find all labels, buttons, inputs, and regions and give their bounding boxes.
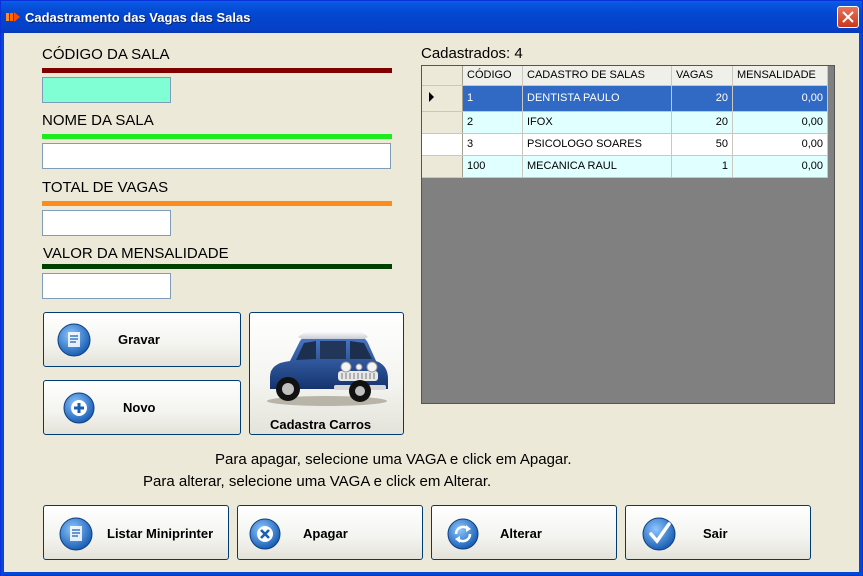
- table-row[interactable]: 3 PSICOLOGO SOARES 50 0,00: [422, 133, 828, 156]
- car-icon: [267, 331, 388, 406]
- vagas-divider: [42, 201, 392, 206]
- gravar-label: Gravar: [118, 332, 160, 347]
- cell-codigo[interactable]: 100: [462, 155, 523, 178]
- window-frame-left: [1, 33, 4, 576]
- salas-grid[interactable]: CÓDIGO CADASTRO DE SALAS VAGAS MENSALIDA…: [421, 65, 835, 404]
- app-icon: [6, 12, 20, 22]
- main-window: Cadastramento das Vagas das Salas CÓDIGO…: [0, 0, 863, 576]
- mensalidade-label: VALOR DA MENSALIDADE: [43, 245, 229, 262]
- checkmark-icon: [642, 517, 676, 551]
- cell-codigo[interactable]: 2: [462, 111, 523, 134]
- records-counter: Cadastrados: 4: [421, 45, 523, 62]
- cell-mensalidade[interactable]: 0,00: [732, 133, 828, 156]
- column-header-sala[interactable]: CADASTRO DE SALAS: [522, 66, 672, 86]
- column-header-vagas[interactable]: VAGAS: [671, 66, 733, 86]
- vagas-input[interactable]: [42, 210, 171, 236]
- refresh-icon: [447, 518, 479, 550]
- codigo-divider: [42, 68, 392, 73]
- document-icon: [57, 323, 91, 357]
- sair-label: Sair: [703, 526, 728, 541]
- row-selector[interactable]: [422, 155, 463, 178]
- info-apagar: Para apagar, selecione uma VAGA e click …: [215, 451, 572, 468]
- cell-mensalidade[interactable]: 0,00: [732, 85, 828, 112]
- row-selector[interactable]: [422, 85, 463, 112]
- current-row-arrow-icon: [429, 91, 434, 102]
- sair-button[interactable]: Sair: [625, 505, 811, 560]
- window-frame-bottom: [1, 572, 863, 575]
- codigo-label: CÓDIGO DA SALA: [42, 46, 170, 63]
- plus-icon: [63, 392, 95, 424]
- vagas-label: TOTAL DE VAGAS: [42, 179, 169, 196]
- mensalidade-input[interactable]: [42, 273, 171, 299]
- cell-vagas[interactable]: 1: [671, 155, 733, 178]
- nome-input[interactable]: [42, 143, 391, 169]
- row-header-corner: [422, 66, 463, 86]
- cell-sala[interactable]: DENTISTA PAULO: [522, 85, 672, 112]
- close-icon: [842, 11, 854, 23]
- window-frame-right: [859, 33, 862, 576]
- column-header-codigo[interactable]: CÓDIGO: [462, 66, 523, 86]
- table-row[interactable]: 2 IFOX 20 0,00: [422, 111, 828, 134]
- novo-button[interactable]: Novo: [43, 380, 241, 435]
- listar-miniprinter-button[interactable]: Listar Miniprinter: [43, 505, 229, 560]
- cell-codigo[interactable]: 1: [462, 85, 523, 112]
- alterar-button[interactable]: Alterar: [431, 505, 617, 560]
- listar-miniprinter-label: Listar Miniprinter: [107, 526, 214, 541]
- gravar-button[interactable]: Gravar: [43, 312, 241, 367]
- cell-sala[interactable]: MECANICA RAUL: [522, 155, 672, 178]
- title-bar[interactable]: Cadastramento das Vagas das Salas: [1, 1, 862, 33]
- cadastra-carros-button[interactable]: Cadastra Carros: [249, 312, 404, 435]
- row-selector[interactable]: [422, 133, 463, 156]
- cell-codigo[interactable]: 3: [462, 133, 523, 156]
- cell-mensalidade[interactable]: 0,00: [732, 155, 828, 178]
- alterar-label: Alterar: [500, 526, 542, 541]
- cell-sala[interactable]: IFOX: [522, 111, 672, 134]
- table-row[interactable]: 1 DENTISTA PAULO 20 0,00: [422, 85, 828, 112]
- cell-mensalidade[interactable]: 0,00: [732, 111, 828, 134]
- info-alterar: Para alterar, selecione uma VAGA e click…: [143, 473, 492, 490]
- table-row[interactable]: 100 MECANICA RAUL 1 0,00: [422, 155, 828, 178]
- nome-divider: [42, 134, 392, 139]
- row-selector[interactable]: [422, 111, 463, 134]
- apagar-button[interactable]: Apagar: [237, 505, 423, 560]
- cell-vagas[interactable]: 20: [671, 111, 733, 134]
- nome-label: NOME DA SALA: [42, 112, 154, 129]
- document-icon: [59, 517, 93, 551]
- cell-vagas[interactable]: 50: [671, 133, 733, 156]
- apagar-label: Apagar: [303, 526, 348, 541]
- delete-icon: [249, 518, 281, 550]
- cell-vagas[interactable]: 20: [671, 85, 733, 112]
- column-header-mensalidade[interactable]: MENSALIDADE: [732, 66, 828, 86]
- novo-label: Novo: [123, 400, 156, 415]
- cell-sala[interactable]: PSICOLOGO SOARES: [522, 133, 672, 156]
- window-title: Cadastramento das Vagas das Salas: [25, 10, 251, 25]
- close-button[interactable]: [837, 6, 859, 28]
- codigo-input[interactable]: [42, 77, 171, 103]
- mensalidade-divider: [42, 264, 392, 269]
- cadastra-carros-label: Cadastra Carros: [270, 417, 372, 432]
